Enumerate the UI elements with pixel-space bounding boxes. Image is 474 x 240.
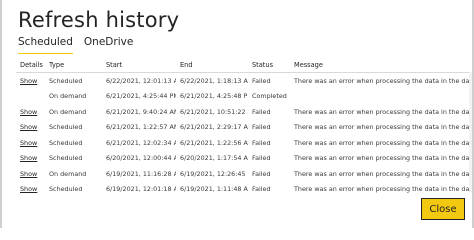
- end-cell: 6/21/2021, 4:25:48 PM: [180, 92, 248, 101]
- message-cell: [290, 89, 471, 105]
- details-cell: Show: [16, 120, 45, 136]
- type-cell: Scheduled: [49, 154, 83, 163]
- type-cell: Scheduled: [49, 76, 83, 85]
- message-cell: There was an error when processing the d…: [294, 123, 471, 132]
- end-cell: 6/21/2021, 10:51:22 AM: [180, 107, 248, 116]
- end-cell: 6/19/2021, 12:26:45 PM: [180, 169, 248, 178]
- table-row: Show Scheduled 6/21/2021, 12:02:34 AM 6/21/…: [16, 135, 471, 151]
- message-cell: There was an error when processing the d…: [294, 76, 471, 85]
- details-cell: Show: [16, 182, 45, 198]
- status-cell: Completed: [252, 92, 287, 101]
- start-cell: 6/21/2021, 4:25:44 PM: [106, 92, 176, 101]
- start-cell: 6/21/2021, 1:22:57 AM: [106, 123, 176, 132]
- table-header-row: Details Type Start End Status Message: [16, 57, 471, 73]
- start-cell: 6/20/2021, 12:00:44 AM: [106, 154, 176, 163]
- details-cell: Show: [16, 135, 45, 151]
- message-cell: There was an error when processing the d…: [294, 169, 471, 178]
- tab-bar: Scheduled OneDrive: [18, 36, 144, 54]
- show-details-link[interactable]: Show: [20, 170, 37, 178]
- show-details-link[interactable]: Show: [20, 123, 37, 131]
- show-details-link[interactable]: Show: [20, 185, 37, 193]
- message-cell: There was an error when processing the d…: [294, 107, 471, 116]
- column-header-details: Details: [16, 57, 45, 73]
- start-cell: 6/21/2021, 12:02:34 AM: [106, 138, 176, 147]
- end-cell: 6/21/2021, 1:22:56 AM: [180, 138, 248, 147]
- close-button[interactable]: Close: [421, 198, 465, 220]
- start-cell: 6/19/2021, 12:01:18 AM: [106, 185, 176, 194]
- status-cell: Failed: [252, 107, 271, 116]
- message-cell: There was an error when processing the d…: [294, 185, 471, 194]
- tab-scheduled[interactable]: Scheduled: [18, 36, 73, 54]
- table-row: Show Scheduled 6/22/2021, 12:01:13 AM 6/22/…: [16, 73, 471, 89]
- status-cell: Failed: [252, 76, 271, 85]
- show-details-link[interactable]: Show: [20, 108, 37, 116]
- table-row: Show Scheduled 6/21/2021, 1:22:57 AM 6/21/2…: [16, 120, 471, 136]
- details-cell: Show: [16, 151, 45, 167]
- column-header-status: Status: [248, 57, 290, 73]
- type-cell: Scheduled: [49, 185, 83, 194]
- show-details-link[interactable]: Show: [20, 154, 37, 162]
- table-row: Show Scheduled 6/19/2021, 12:01:18 AM 6/19/…: [16, 182, 471, 198]
- dialog-left-border: [0, 0, 2, 228]
- end-cell: 6/19/2021, 1:11:48 AM: [180, 185, 248, 194]
- column-header-end: End: [176, 57, 248, 73]
- show-details-link[interactable]: Show: [20, 139, 37, 147]
- table-scrollbar[interactable]: [469, 72, 472, 192]
- status-cell: Failed: [252, 185, 271, 194]
- end-cell: 6/22/2021, 1:18:13 AM: [180, 76, 248, 85]
- details-cell: Show: [16, 104, 45, 120]
- end-cell: 6/20/2021, 1:17:54 AM: [180, 154, 248, 163]
- status-cell: Failed: [252, 138, 271, 147]
- start-cell: 6/21/2021, 9:40:24 AM: [106, 107, 176, 116]
- column-header-type: Type: [45, 57, 102, 73]
- details-cell: Show: [16, 166, 45, 182]
- type-cell: On demand: [49, 107, 87, 116]
- table-row: Show On demand 6/19/2021, 11:16:28 AM 6/19/…: [16, 166, 471, 182]
- end-cell: 6/21/2021, 2:29:17 AM: [180, 123, 248, 132]
- table-row: Show On demand 6/21/2021, 9:40:24 AM 6/21/2…: [16, 104, 471, 120]
- column-header-message: Message: [290, 57, 471, 73]
- status-cell: Failed: [252, 169, 271, 178]
- message-cell: There was an error when processing the d…: [294, 154, 471, 163]
- tab-onedrive[interactable]: OneDrive: [84, 36, 133, 52]
- show-details-link[interactable]: Show: [20, 77, 37, 85]
- dialog-title: Refresh history: [18, 8, 180, 32]
- type-cell: Scheduled: [49, 138, 83, 147]
- refresh-history-table: Details Type Start End Status Message Sh…: [16, 57, 471, 201]
- status-cell: Failed: [252, 123, 271, 132]
- table-row: Show Scheduled 6/20/2021, 12:00:44 AM 6/20/…: [16, 151, 471, 167]
- column-header-start: Start: [102, 57, 176, 73]
- type-cell: Scheduled: [49, 123, 83, 132]
- details-cell: Show: [16, 73, 45, 89]
- type-cell: On demand: [49, 169, 87, 178]
- start-cell: 6/19/2021, 11:16:28 AM: [106, 169, 176, 178]
- message-cell: There was an error when processing the d…: [294, 138, 471, 147]
- status-cell: Failed: [252, 154, 271, 163]
- start-cell: 6/22/2021, 12:01:13 AM: [106, 76, 176, 85]
- type-cell: On demand: [49, 92, 87, 101]
- details-cell: [16, 89, 45, 105]
- table-row: On demand 6/21/2021, 4:25:44 PM 6/21/2021,…: [16, 89, 471, 105]
